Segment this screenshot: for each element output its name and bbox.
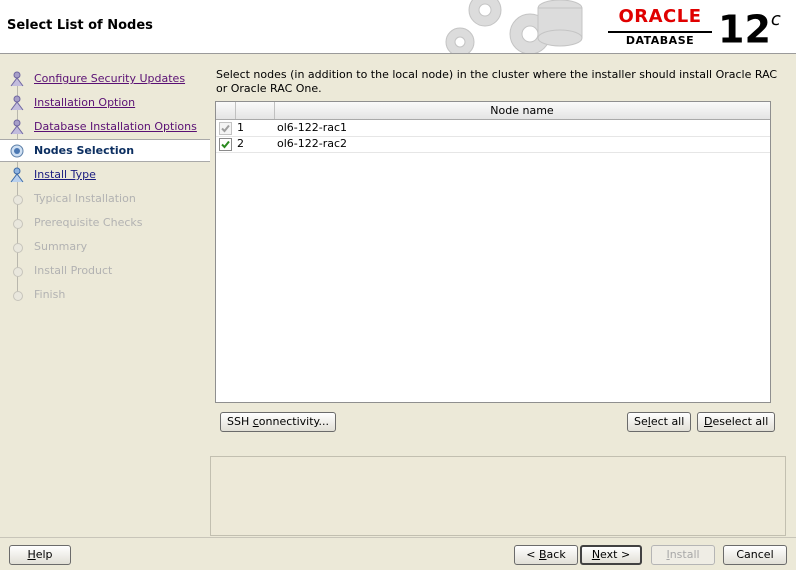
step-database-installation-options[interactable]: Database Installation Options — [0, 116, 210, 138]
step-nodes-selection[interactable]: Nodes Selection — [0, 139, 210, 162]
version-badge: 12c — [718, 4, 781, 50]
pending-step-icon — [13, 243, 23, 253]
step-label: Configure Security Updates — [34, 72, 186, 85]
oracle-wordmark: ORACLE — [618, 6, 702, 27]
index-cell: 2 — [237, 137, 244, 150]
instruction-text: Select nodes (in addition to the local n… — [216, 68, 778, 95]
node-checkbox — [219, 122, 232, 135]
step-label: Database Installation Options — [34, 120, 197, 133]
step-label: Finish — [34, 288, 66, 301]
completed-step-icon — [10, 95, 24, 111]
database-wordmark: DATABASE — [608, 31, 712, 47]
step-summary: Summary — [0, 236, 210, 258]
deselect-all-button[interactable]: Deselect all — [697, 412, 776, 432]
select-cell — [216, 136, 235, 152]
pending-step-icon — [13, 219, 23, 229]
check-icon — [221, 124, 230, 133]
next-step-icon — [10, 167, 24, 183]
step-label: Prerequisite Checks — [34, 216, 143, 229]
select-all-button[interactable]: Select all — [627, 412, 692, 432]
content-panel: Select nodes (in addition to the local n… — [210, 54, 796, 536]
header: Select List of Nodes ORACLE DATABASE 12c — [0, 0, 796, 54]
table-header: Node name — [216, 102, 770, 120]
button-text: eselect all — [712, 415, 769, 428]
step-installation-option[interactable]: Installation Option — [0, 92, 210, 114]
step-label: Installation Option — [34, 96, 136, 109]
column-header-index[interactable] — [236, 102, 275, 119]
footer-separator — [0, 537, 796, 538]
index-cell: 1 — [237, 121, 244, 134]
step-label: Typical Installation — [34, 192, 136, 205]
column-header-node-name[interactable]: Node name — [275, 102, 769, 119]
node-name-cell: ol6-122-rac1 — [277, 121, 348, 134]
button-text: ext > — [600, 548, 631, 561]
node-checkbox[interactable] — [219, 138, 232, 151]
button-text: SSH — [227, 415, 253, 428]
step-typical-installation: Typical Installation — [0, 188, 210, 210]
node-name-cell: ol6-122-rac2 — [277, 137, 348, 150]
back-button[interactable]: < Back — [514, 545, 578, 565]
step-label: Nodes Selection — [34, 144, 135, 157]
button-text: nstall — [669, 548, 700, 561]
completed-step-icon — [10, 119, 24, 135]
button-text: elp — [35, 548, 53, 561]
table-row[interactable]: 1 ol6-122-rac1 — [216, 120, 770, 137]
button-text: ack — [546, 548, 566, 561]
mnemonic-key: N — [591, 548, 601, 561]
message-panel — [210, 456, 786, 536]
column-header-select[interactable] — [216, 102, 236, 119]
cancel-button[interactable]: Cancel — [723, 545, 787, 565]
button-text: ect all — [650, 415, 685, 428]
check-icon — [221, 140, 230, 149]
ssh-connectivity-button[interactable]: SSH connectivity... — [220, 412, 336, 432]
nodes-table[interactable]: Node name 1 ol6-122-rac1 2 ol6-122-rac2 — [215, 101, 771, 403]
step-prerequisite-checks: Prerequisite Checks — [0, 212, 210, 234]
pending-step-icon — [13, 195, 23, 205]
install-button[interactable]: Install — [651, 545, 715, 565]
pending-step-icon — [13, 267, 23, 277]
select-cell — [216, 120, 235, 136]
current-step-icon — [10, 144, 24, 158]
table-row[interactable]: 2 ol6-122-rac2 — [216, 136, 770, 153]
step-label: Summary — [34, 240, 88, 253]
step-label: Install Type — [34, 168, 96, 181]
mnemonic-key: B — [539, 548, 547, 561]
oracle-logo: ORACLE DATABASE — [608, 8, 712, 47]
step-configure-security-updates[interactable]: Configure Security Updates — [0, 68, 210, 90]
step-install-type[interactable]: Install Type — [0, 164, 210, 186]
page-title: Select List of Nodes — [7, 18, 153, 33]
button-text: onnectivity... — [258, 415, 329, 428]
gears-decoration-icon — [445, 0, 583, 53]
button-text: Se — [634, 415, 648, 428]
step-label: Install Product — [34, 264, 113, 277]
next-button[interactable]: Next > — [580, 545, 642, 565]
mnemonic-key: H — [27, 548, 36, 561]
step-install-product: Install Product — [0, 260, 210, 282]
pending-step-icon — [13, 291, 23, 301]
completed-step-icon — [10, 71, 24, 87]
steps-sidebar: Configure Security Updates Installation … — [0, 54, 210, 536]
version-number: 12 — [718, 7, 771, 52]
version-suffix: c — [770, 9, 781, 30]
help-button[interactable]: Help — [9, 545, 71, 565]
button-text: < — [526, 548, 539, 561]
step-finish: Finish — [0, 284, 210, 306]
